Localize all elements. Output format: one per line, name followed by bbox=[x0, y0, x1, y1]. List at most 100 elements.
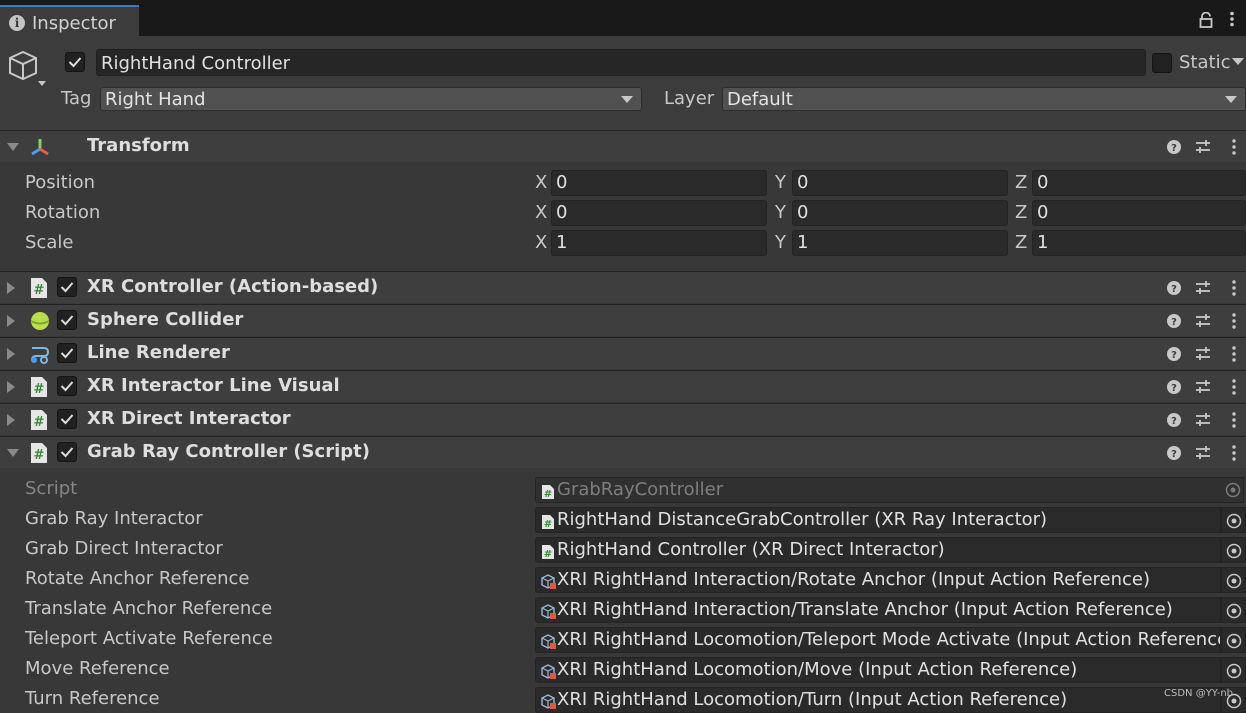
object-picker-icon[interactable] bbox=[1221, 567, 1246, 593]
component-enabled-checkbox[interactable] bbox=[57, 310, 77, 330]
active-checkbox[interactable] bbox=[65, 52, 85, 72]
static-dropdown-arrow-icon[interactable] bbox=[1232, 58, 1244, 66]
script-reference-field: # GrabRayController bbox=[535, 477, 1244, 503]
rotation-z-field[interactable]: 0 bbox=[1032, 200, 1246, 226]
object-reference-field[interactable]: XRI RightHand Interaction/Translate Anch… bbox=[535, 597, 1221, 623]
tab-inspector[interactable]: i Inspector bbox=[0, 5, 139, 36]
script-icon: # bbox=[29, 376, 49, 402]
component-enabled-checkbox[interactable] bbox=[57, 376, 77, 396]
scale-z-field[interactable]: 1 bbox=[1032, 230, 1246, 256]
component-title: Line Renderer bbox=[87, 342, 230, 363]
y-axis-label[interactable]: Y bbox=[775, 232, 786, 253]
component-header[interactable]: # XR Direct Interactor? bbox=[0, 403, 1246, 435]
transform-header[interactable]: Transform ? bbox=[0, 130, 1246, 162]
object-picker-icon[interactable] bbox=[1221, 627, 1246, 653]
static-label[interactable]: Static bbox=[1179, 52, 1230, 73]
position-z-field[interactable]: 0 bbox=[1032, 170, 1246, 196]
foldout-arrow-icon[interactable] bbox=[7, 381, 15, 393]
input-action-icon bbox=[541, 694, 557, 712]
component-enabled-checkbox[interactable] bbox=[57, 442, 77, 462]
svg-text:#: # bbox=[34, 448, 45, 463]
component-header-icons[interactable]: ? bbox=[1166, 345, 1242, 363]
object-picker-icon bbox=[1221, 477, 1246, 503]
object-reference-field[interactable]: XRI RightHand Locomotion/Turn (Input Act… bbox=[535, 687, 1221, 713]
component-title: XR Direct Interactor bbox=[87, 408, 291, 429]
position-y-field[interactable]: 0 bbox=[792, 170, 1008, 196]
foldout-arrow-icon[interactable] bbox=[7, 414, 15, 426]
svg-text:#: # bbox=[34, 283, 45, 298]
component-header[interactable]: Sphere Collider? bbox=[0, 304, 1246, 336]
object-name-input[interactable]: RightHand Controller bbox=[96, 49, 1146, 76]
z-axis-label[interactable]: Z bbox=[1015, 172, 1027, 193]
rotation-x-field[interactable]: 0 bbox=[551, 200, 767, 226]
svg-text:?: ? bbox=[1171, 383, 1177, 394]
object-reference-field[interactable]: XRI RightHand Locomotion/Move (Input Act… bbox=[535, 657, 1221, 683]
z-axis-label[interactable]: Z bbox=[1015, 202, 1027, 223]
component-header-icons[interactable]: ? bbox=[1166, 138, 1242, 156]
object-reference-field[interactable]: # RightHand DistanceGrabController (XR Ra… bbox=[535, 507, 1221, 533]
input-action-icon bbox=[541, 604, 557, 622]
z-axis-label[interactable]: Z bbox=[1015, 232, 1027, 253]
object-picker-icon[interactable] bbox=[1221, 597, 1246, 623]
object-picker-icon[interactable] bbox=[1221, 537, 1246, 563]
component-header[interactable]: # Grab Ray Controller (Script)? bbox=[0, 436, 1246, 468]
object-picker-icon[interactable] bbox=[1221, 507, 1246, 533]
component-enabled-checkbox[interactable] bbox=[57, 343, 77, 363]
field-label: Turn Reference bbox=[25, 688, 160, 709]
more-options-icon[interactable] bbox=[1229, 11, 1235, 27]
rotation-label: Rotation bbox=[25, 202, 101, 223]
svg-text:#: # bbox=[544, 489, 552, 500]
lock-icon[interactable] bbox=[1199, 12, 1213, 28]
component-header[interactable]: Line Renderer? bbox=[0, 337, 1246, 369]
component-header-icons[interactable]: ? bbox=[1166, 411, 1242, 429]
layer-dropdown[interactable]: Default bbox=[722, 87, 1246, 111]
x-axis-label[interactable]: X bbox=[535, 232, 547, 253]
component-header-icons[interactable]: ? bbox=[1166, 312, 1242, 330]
transform-axes-icon bbox=[31, 139, 49, 156]
component-header-icons[interactable]: ? bbox=[1166, 279, 1242, 297]
object-reference-field[interactable]: # RightHand Controller (XR Direct Interac… bbox=[535, 537, 1221, 563]
x-axis-label[interactable]: X bbox=[535, 172, 547, 193]
component-header-icons[interactable]: ? bbox=[1166, 378, 1242, 396]
svg-text:?: ? bbox=[1171, 317, 1177, 328]
component-title: XR Interactor Line Visual bbox=[87, 375, 340, 396]
foldout-arrow-icon[interactable] bbox=[7, 282, 15, 294]
y-axis-label[interactable]: Y bbox=[775, 172, 786, 193]
scale-y-field[interactable]: 1 bbox=[792, 230, 1008, 256]
object-picker-icon[interactable] bbox=[1221, 657, 1246, 683]
script-icon: # bbox=[541, 484, 555, 502]
x-axis-label[interactable]: X bbox=[535, 202, 547, 223]
object-reference-field[interactable]: XRI RightHand Interaction/Rotate Anchor … bbox=[535, 567, 1221, 593]
script-icon: # bbox=[541, 544, 555, 562]
scale-label: Scale bbox=[25, 232, 74, 253]
svg-text:?: ? bbox=[1171, 449, 1177, 460]
tab-bar: i Inspector bbox=[0, 0, 1246, 36]
component-enabled-checkbox[interactable] bbox=[57, 277, 77, 297]
tag-dropdown[interactable]: Right Hand bbox=[100, 87, 642, 111]
static-checkbox[interactable] bbox=[1152, 53, 1172, 73]
foldout-arrow-icon[interactable] bbox=[7, 348, 15, 360]
field-value: RightHand Controller (XR Direct Interact… bbox=[557, 539, 945, 560]
rotation-y-field[interactable]: 0 bbox=[792, 200, 1008, 226]
scale-x-field[interactable]: 1 bbox=[551, 230, 767, 256]
field-label: Grab Ray Interactor bbox=[25, 508, 203, 529]
svg-text:?: ? bbox=[1171, 350, 1177, 361]
foldout-arrow-icon[interactable] bbox=[7, 449, 19, 457]
component-header-icons[interactable]: ? bbox=[1166, 444, 1242, 462]
component-title: XR Controller (Action-based) bbox=[87, 276, 379, 297]
component-header[interactable]: # XR Interactor Line Visual? bbox=[0, 370, 1246, 402]
field-label: Teleport Activate Reference bbox=[25, 628, 273, 649]
svg-text:?: ? bbox=[1171, 143, 1177, 154]
y-axis-label[interactable]: Y bbox=[775, 202, 786, 223]
position-x-field[interactable]: 0 bbox=[551, 170, 767, 196]
component-enabled-checkbox[interactable] bbox=[57, 409, 77, 429]
foldout-arrow-icon[interactable] bbox=[7, 315, 15, 327]
gameobject-cube-icon[interactable] bbox=[6, 48, 48, 92]
sphere-collider-icon bbox=[29, 310, 51, 336]
component-header[interactable]: # XR Controller (Action-based)? bbox=[0, 271, 1246, 303]
foldout-arrow-icon[interactable] bbox=[7, 143, 19, 151]
object-reference-field[interactable]: XRI RightHand Locomotion/Teleport Mode A… bbox=[535, 627, 1221, 653]
input-action-icon bbox=[541, 634, 557, 652]
script-icon: # bbox=[29, 409, 49, 435]
field-label: Grab Direct Interactor bbox=[25, 538, 223, 559]
